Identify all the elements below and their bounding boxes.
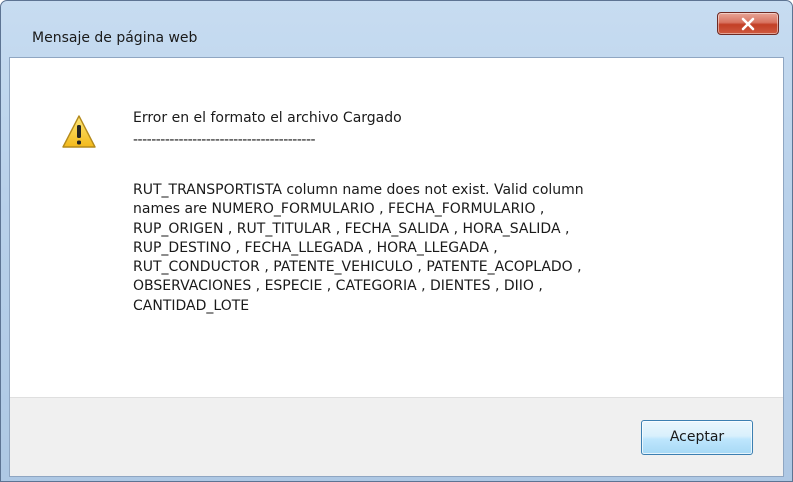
title-bar[interactable]: Mensaje de página web: [1, 1, 792, 57]
warning-icon: [62, 115, 96, 148]
window-title: Mensaje de página web: [32, 30, 198, 46]
message-area: Error en el formato el archivo Cargado -…: [10, 58, 783, 397]
error-message: RUT_TRANSPORTISTA column name does not e…: [133, 182, 584, 314]
accept-button[interactable]: Aceptar: [641, 420, 753, 455]
heading-divider: ----------------------------------------: [133, 132, 316, 148]
button-bar: Aceptar: [10, 397, 783, 476]
error-heading: Error en el formato el archivo Cargado: [133, 110, 402, 126]
close-button[interactable]: [717, 12, 779, 35]
close-icon: [741, 17, 755, 31]
dialog-body: Error en el formato el archivo Cargado -…: [9, 57, 784, 477]
message-dialog: Mensaje de página web Error en el format…: [0, 0, 793, 482]
